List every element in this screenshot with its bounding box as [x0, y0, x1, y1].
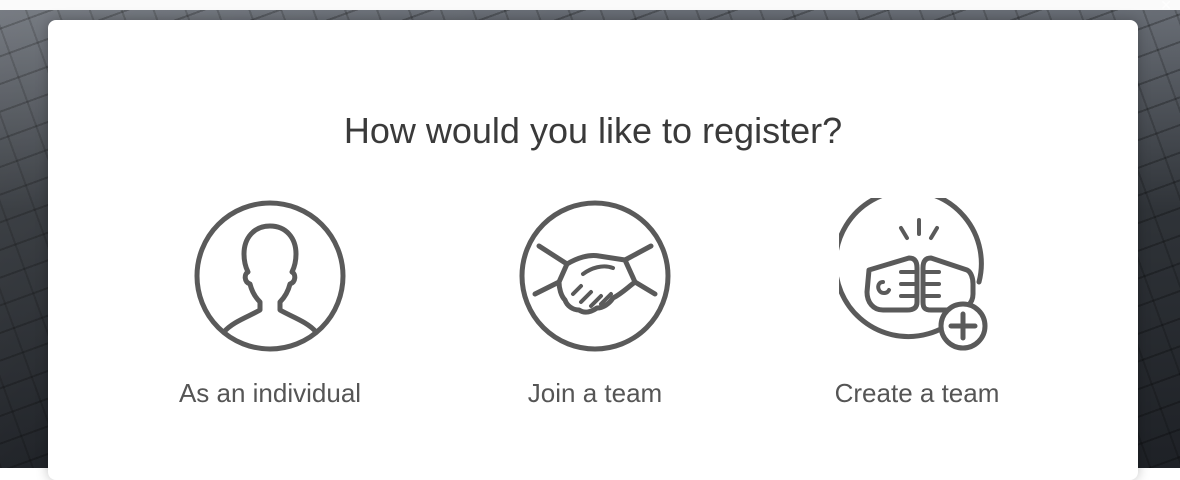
top-edge: [0, 0, 1180, 10]
option-join-team-label: Join a team: [527, 378, 663, 408]
close-icon[interactable]: ✕: [1160, 0, 1172, 12]
option-join-team[interactable]: Join a team: [445, 198, 745, 428]
option-create-team[interactable]: Create a team: [767, 198, 1067, 428]
person-silhouette-icon: [194, 200, 346, 352]
modal-title: How would you like to register?: [343, 110, 843, 151]
handshake-icon: [519, 200, 671, 352]
fist-bump-plus-icon: [839, 198, 988, 351]
option-individual[interactable]: As an individual: [120, 198, 420, 428]
option-create-team-label: Create a team: [834, 378, 1000, 408]
register-modal: How would you like to register? As an in…: [48, 20, 1138, 480]
option-individual-label: As an individual: [178, 378, 362, 408]
